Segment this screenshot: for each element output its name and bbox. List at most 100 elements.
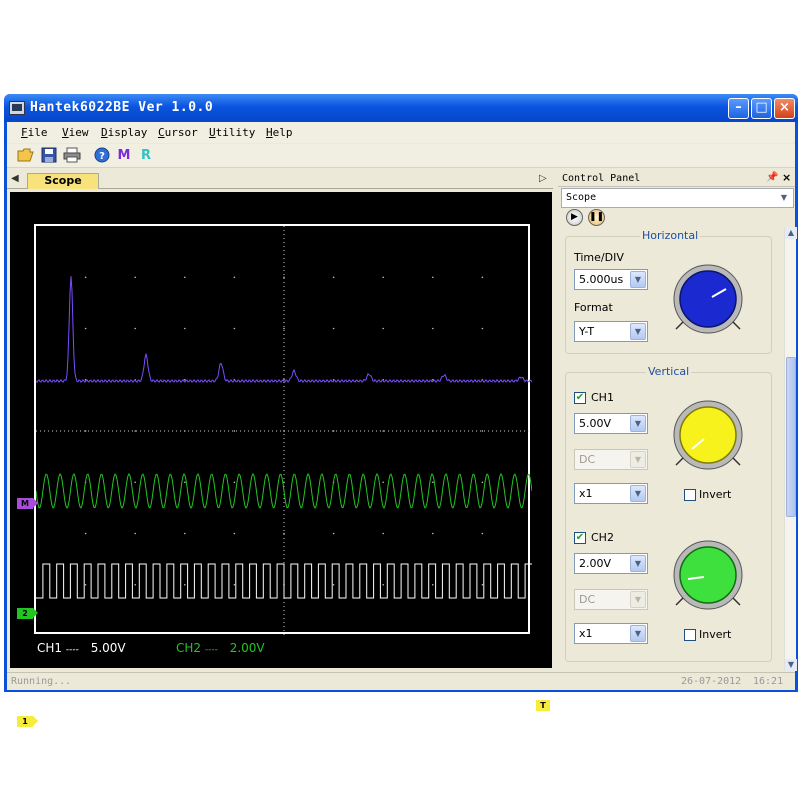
grid-dot bbox=[382, 481, 385, 484]
grid-dot bbox=[382, 430, 385, 432]
time-base-knob[interactable] bbox=[670, 263, 746, 339]
help-icon[interactable]: ? bbox=[93, 147, 111, 164]
ch1-channel-marker[interactable]: 1 bbox=[17, 716, 38, 727]
panel-close-icon[interactable]: × bbox=[782, 171, 791, 184]
scroll-thumb[interactable] bbox=[786, 357, 796, 517]
grid-dot bbox=[134, 327, 136, 330]
ch1-coupling-select[interactable]: DC ▼ bbox=[574, 449, 648, 470]
close-button[interactable]: × bbox=[774, 98, 795, 119]
status-date: 26-07-2012 bbox=[681, 676, 742, 687]
grid-dot bbox=[134, 532, 136, 535]
grid-dot bbox=[233, 481, 236, 484]
menu-file[interactable]: File bbox=[21, 126, 48, 139]
ch1-invert-checkbox[interactable] bbox=[684, 489, 696, 501]
grid-dot bbox=[184, 481, 186, 484]
grid-dot bbox=[481, 327, 484, 330]
grid-dot bbox=[432, 481, 434, 484]
ch2-enable-checkbox[interactable]: ✔ bbox=[574, 532, 586, 544]
open-folder-icon[interactable] bbox=[17, 147, 35, 164]
grid-dot bbox=[432, 583, 434, 586]
ch1-enable-checkbox[interactable]: ✔ bbox=[574, 392, 586, 404]
ch2-scale-readout: CH2 ---- 2.00V bbox=[176, 641, 265, 655]
grid-dot bbox=[332, 583, 335, 586]
grid-dot bbox=[332, 276, 335, 279]
grid-dot bbox=[283, 276, 285, 279]
format-label: Format bbox=[574, 301, 613, 314]
control-panel-title: Control Panel bbox=[562, 173, 641, 184]
menu-utility[interactable]: Utility bbox=[209, 126, 255, 139]
ch2-probe-select[interactable]: x1 ▼ bbox=[574, 623, 648, 644]
grid-dot bbox=[134, 276, 136, 279]
format-select[interactable]: Y-T ▼ bbox=[574, 321, 648, 342]
control-panel-scrollbar[interactable]: ▲ ▼ bbox=[784, 227, 797, 671]
vertical-group: Vertical ✔ CH1 5.00V ▼ DC ▼ x1 ▼ Invert … bbox=[565, 365, 772, 662]
run-button[interactable]: ▶ bbox=[566, 209, 583, 226]
grid-dot bbox=[332, 430, 335, 432]
ch1-invert-label: Invert bbox=[699, 488, 732, 501]
tab-scroll-right-icon[interactable]: ▷ bbox=[539, 173, 547, 184]
minimize-button[interactable]: – bbox=[728, 98, 749, 119]
grid-dot bbox=[84, 430, 87, 432]
ch2-invert-checkbox[interactable] bbox=[684, 629, 696, 641]
grid-dot bbox=[184, 327, 186, 330]
grid-dot bbox=[481, 481, 484, 484]
grid-dot bbox=[184, 276, 186, 279]
mode-select[interactable]: Scope ▼ bbox=[561, 188, 794, 208]
status-time: 16:21 bbox=[753, 676, 784, 687]
scroll-up-icon[interactable]: ▲ bbox=[785, 227, 797, 239]
scroll-down-icon[interactable]: ▼ bbox=[785, 659, 797, 671]
time-div-select[interactable]: 5.000us ▼ bbox=[574, 269, 648, 290]
ch1-volts-knob[interactable] bbox=[670, 399, 746, 475]
grid-dot bbox=[184, 532, 186, 535]
grid-dot bbox=[233, 583, 236, 586]
pin-icon[interactable]: 📌 bbox=[766, 172, 778, 183]
ch1-label: CH1 bbox=[591, 391, 614, 404]
menu-help[interactable]: Help bbox=[266, 126, 293, 139]
trigger-level-marker[interactable]: T bbox=[536, 700, 550, 711]
ch2-volts-select[interactable]: 2.00V ▼ bbox=[574, 553, 648, 574]
ch1-probe-select[interactable]: x1 ▼ bbox=[574, 483, 648, 504]
pause-button[interactable]: ❚❚ bbox=[588, 209, 605, 226]
grid-dot bbox=[332, 532, 335, 535]
math-channel-marker[interactable]: M bbox=[17, 498, 38, 509]
tab-scroll-left-icon[interactable]: ◀ bbox=[11, 173, 19, 184]
scope-graticule bbox=[34, 224, 532, 636]
status-bar: Running... 26-07-2012 16:21 bbox=[7, 672, 795, 690]
grid-dot bbox=[481, 583, 484, 586]
ch2-invert-label: Invert bbox=[699, 628, 732, 641]
menu-cursor[interactable]: Cursor bbox=[158, 126, 198, 139]
window-title: Hantek6022BE Ver 1.0.0 bbox=[30, 100, 214, 115]
print-icon[interactable] bbox=[63, 147, 81, 164]
ch2-volts-knob[interactable] bbox=[670, 539, 746, 615]
grid-dot bbox=[233, 327, 236, 330]
ch1-volts-select[interactable]: 5.00V ▼ bbox=[574, 413, 648, 434]
tab-scope[interactable]: Scope bbox=[27, 173, 99, 189]
maximize-button[interactable]: □ bbox=[751, 98, 772, 119]
grid-dot bbox=[84, 327, 87, 330]
grid-dot bbox=[382, 327, 385, 330]
horizontal-group-title: Horizontal bbox=[640, 229, 701, 242]
waveform-plot bbox=[36, 226, 532, 636]
grid-dot bbox=[382, 276, 385, 279]
grid-dot bbox=[432, 276, 434, 279]
title-bar[interactable]: Hantek6022BE Ver 1.0.0 – □ × bbox=[4, 94, 798, 122]
control-panel-header: Control Panel 📌 × bbox=[558, 171, 795, 187]
menu-display[interactable]: Display bbox=[101, 126, 147, 139]
grid-dot bbox=[84, 583, 87, 586]
menu-view[interactable]: View bbox=[62, 126, 89, 139]
measure-icon[interactable]: M bbox=[115, 147, 133, 164]
grid-dot bbox=[84, 532, 87, 535]
app-window: Hantek6022BE Ver 1.0.0 – □ × File View D… bbox=[4, 94, 798, 727]
grid-dot bbox=[134, 430, 136, 432]
grid-dot bbox=[432, 532, 434, 535]
save-icon[interactable] bbox=[40, 147, 58, 164]
reference-icon[interactable]: R bbox=[137, 147, 155, 164]
ch2-channel-marker[interactable]: 2 bbox=[17, 608, 38, 619]
grid-dot bbox=[382, 532, 385, 535]
scope-screen[interactable]: M 2 1 T CH1 ---- 5.00V CH2 ---- 2.00V bbox=[10, 192, 552, 727]
ch2-coupling-select[interactable]: DC ▼ bbox=[574, 589, 648, 610]
grid-dot bbox=[134, 583, 136, 586]
horizontal-group: Horizontal Time/DIV 5.000us ▼ Format Y-T ▼ bbox=[565, 229, 772, 354]
vertical-group-title: Vertical bbox=[646, 365, 692, 378]
ch1-trace bbox=[36, 563, 532, 599]
